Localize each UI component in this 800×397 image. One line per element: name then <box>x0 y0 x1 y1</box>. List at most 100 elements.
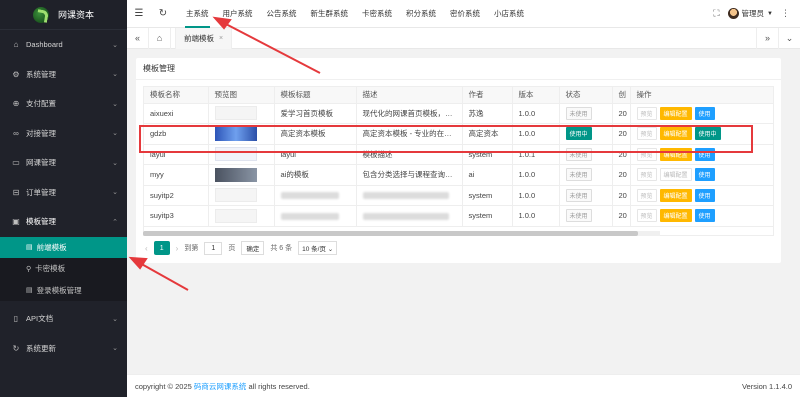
version-label: Version 1.1.4.0 <box>741 381 792 391</box>
page-size-select[interactable]: 10 条/页 ⌄ <box>298 241 338 255</box>
status-badge: 使用中 <box>565 127 592 141</box>
use-button[interactable]: 使用 <box>694 147 715 161</box>
scrollbar-thumb[interactable] <box>143 231 638 236</box>
sidebar-item-payment[interactable]: ⊕ 支付配置 ⌄ <box>0 89 127 119</box>
sidebar-item-docking[interactable]: ∞ 对接管理 ⌄ <box>0 119 127 149</box>
preview-image[interactable] <box>214 167 257 182</box>
confirm-page-button[interactable]: 确定 <box>241 241 265 255</box>
menu-collapse-icon[interactable]: ☰ <box>127 8 151 19</box>
preview-button[interactable]: 预览 <box>636 168 657 182</box>
edit-config-button[interactable]: 编辑配置 <box>659 168 692 182</box>
cell-name: myy <box>144 164 209 186</box>
preview-image[interactable] <box>214 188 257 203</box>
page-tab-frontend-template[interactable]: 前端模板 × <box>175 27 233 49</box>
tab-shop-system[interactable]: 小店系统 <box>487 0 531 28</box>
cell-name: suyitp2 <box>144 185 209 206</box>
tab-points-system[interactable]: 积分系统 <box>399 0 443 28</box>
table-row[interactable]: suyitp3 system 1.0.0 未使用 20 预览 编辑配置 使用 <box>144 205 773 227</box>
preview-image[interactable] <box>214 208 257 223</box>
close-icon[interactable]: × <box>219 35 223 42</box>
cell-status: 未使用 <box>559 144 613 165</box>
use-button[interactable]: 使用 <box>694 168 715 182</box>
tab-freshman-system[interactable]: 新生群系统 <box>304 0 356 28</box>
cell-version: 1.0.0 <box>512 164 560 186</box>
tab-main-system[interactable]: 主系统 <box>179 0 216 28</box>
refresh-icon[interactable]: ↻ <box>151 8 175 19</box>
preview-button[interactable]: 预览 <box>636 106 657 120</box>
next-page-icon[interactable]: › <box>176 244 179 253</box>
preview-button[interactable]: 预览 <box>636 188 657 202</box>
col-header[interactable]: 作者 <box>462 87 513 104</box>
cell-ops: 预览 编辑配置 使用 <box>630 164 773 186</box>
sidebar-item-templates[interactable]: ▣ 模板管理 ⌃ <box>0 207 127 237</box>
cell-created: 20 <box>612 123 631 145</box>
sidebar-item-api-docs[interactable]: ▯ API文档 ⌄ <box>0 304 127 334</box>
submenu-item-card-template[interactable]: ⚲ 卡密模板 <box>0 258 127 280</box>
col-header[interactable]: 操作 <box>630 87 773 104</box>
table-row[interactable]: suyitp2 system 1.0.0 未使用 20 预览 编辑配置 使用 <box>144 185 773 206</box>
edit-config-button[interactable]: 编辑配置 <box>659 127 692 141</box>
cell-version: 1.0.1 <box>512 144 560 165</box>
preview-image[interactable] <box>214 147 257 162</box>
prev-page-icon[interactable]: ‹ <box>145 244 148 253</box>
more-icon[interactable]: ⋮ <box>781 8 790 19</box>
cell-version: 1.0.0 <box>512 103 560 124</box>
tab-notice-system[interactable]: 公告系统 <box>260 0 304 28</box>
col-header[interactable]: 版本 <box>512 87 560 104</box>
use-button[interactable]: 使用 <box>694 188 715 202</box>
col-header[interactable]: 模板标题 <box>274 87 357 104</box>
cell-ops: 预览 编辑配置 使用中 <box>630 123 773 145</box>
sidebar-item-system[interactable]: ⚙ 系统管理 ⌄ <box>0 60 127 90</box>
sidebar-item-system-update[interactable]: ↻ 系统更新 ⌄ <box>0 334 127 364</box>
col-header[interactable]: 描述 <box>356 87 463 104</box>
edit-config-button[interactable]: 编辑配置 <box>659 147 692 161</box>
sidebar-item-orders[interactable]: ⊟ 订单管理 ⌄ <box>0 178 127 208</box>
template-icon: ▣ <box>12 217 20 227</box>
page-number-input[interactable]: 1 <box>204 241 223 255</box>
goto-label: 到第 <box>184 245 199 252</box>
tab-secret-price-system[interactable]: 密价系统 <box>443 0 487 28</box>
user-menu[interactable]: 管理员 ▼ <box>727 8 773 19</box>
current-page-button[interactable]: 1 <box>153 241 170 255</box>
table-row[interactable]: gdzb 高定资本模板 高定资本模板 - 专业的在… 高定资本 1.0.0 使用… <box>144 123 773 145</box>
app-logo[interactable]: 网课资本 <box>0 0 127 30</box>
edit-config-button[interactable]: 编辑配置 <box>659 106 692 120</box>
preview-button[interactable]: 预览 <box>636 127 657 141</box>
status-badge: 未使用 <box>565 188 592 202</box>
col-header[interactable]: 预览图 <box>208 87 275 104</box>
sidebar-item-course[interactable]: ▭ 网课管理 ⌄ <box>0 148 127 178</box>
col-header[interactable]: 模板名称 <box>144 87 209 104</box>
col-header[interactable]: 创 <box>612 87 631 104</box>
edit-config-button[interactable]: 编辑配置 <box>659 188 692 202</box>
tab-options-icon[interactable]: ⌄ <box>778 27 800 49</box>
preview-button[interactable]: 预览 <box>636 209 657 223</box>
cell-title-redacted <box>274 205 357 227</box>
table-row[interactable]: layui layui 模板描述 system 1.0.1 未使用 20 预览编… <box>144 144 773 165</box>
home-tab-icon[interactable]: ⌂ <box>149 27 171 49</box>
preview-image[interactable] <box>214 126 257 141</box>
scroll-right-icon[interactable]: » <box>756 27 778 49</box>
footer-link[interactable]: 码商云网课系统 <box>194 381 247 392</box>
file-icon: ▤ <box>26 244 33 252</box>
tab-user-system[interactable]: 用户系统 <box>216 0 260 28</box>
sidebar-item-label: 系统更新 <box>26 343 56 353</box>
fullscreen-icon[interactable]: ⛶ <box>713 8 719 19</box>
sidebar-item-dashboard[interactable]: ⌂ Dashboard ⌄ <box>0 30 127 60</box>
in-use-button[interactable]: 使用中 <box>694 127 721 141</box>
copyright-suffix: all rights reserved. <box>248 381 310 391</box>
tab-card-system[interactable]: 卡密系统 <box>355 0 399 28</box>
use-button[interactable]: 使用 <box>694 209 715 223</box>
chevron-down-icon: ⌄ <box>112 71 118 79</box>
table-row[interactable]: aixuexi 爱学习首页模板 现代化的网课首页模板，… 苏逸 1.0.0 未使… <box>144 103 773 124</box>
scroll-left-icon[interactable]: « <box>127 27 149 49</box>
preview-button[interactable]: 预览 <box>636 147 657 161</box>
use-button[interactable]: 使用 <box>694 106 715 120</box>
gear-icon: ⚙ <box>12 69 20 79</box>
col-header[interactable]: 状态 <box>559 87 613 104</box>
submenu-item-frontend-template[interactable]: ▤ 前端模板 <box>0 236 127 258</box>
table-horizontal-scrollbar[interactable] <box>143 231 660 236</box>
submenu-item-login-template[interactable]: ▤ 登录模板管理 <box>0 280 127 302</box>
edit-config-button[interactable]: 编辑配置 <box>659 209 692 223</box>
preview-image[interactable] <box>214 106 257 121</box>
table-row[interactable]: myy ai的模板 包含分类选择与课程查询… ai 1.0.0 未使用 20 预… <box>144 164 773 186</box>
